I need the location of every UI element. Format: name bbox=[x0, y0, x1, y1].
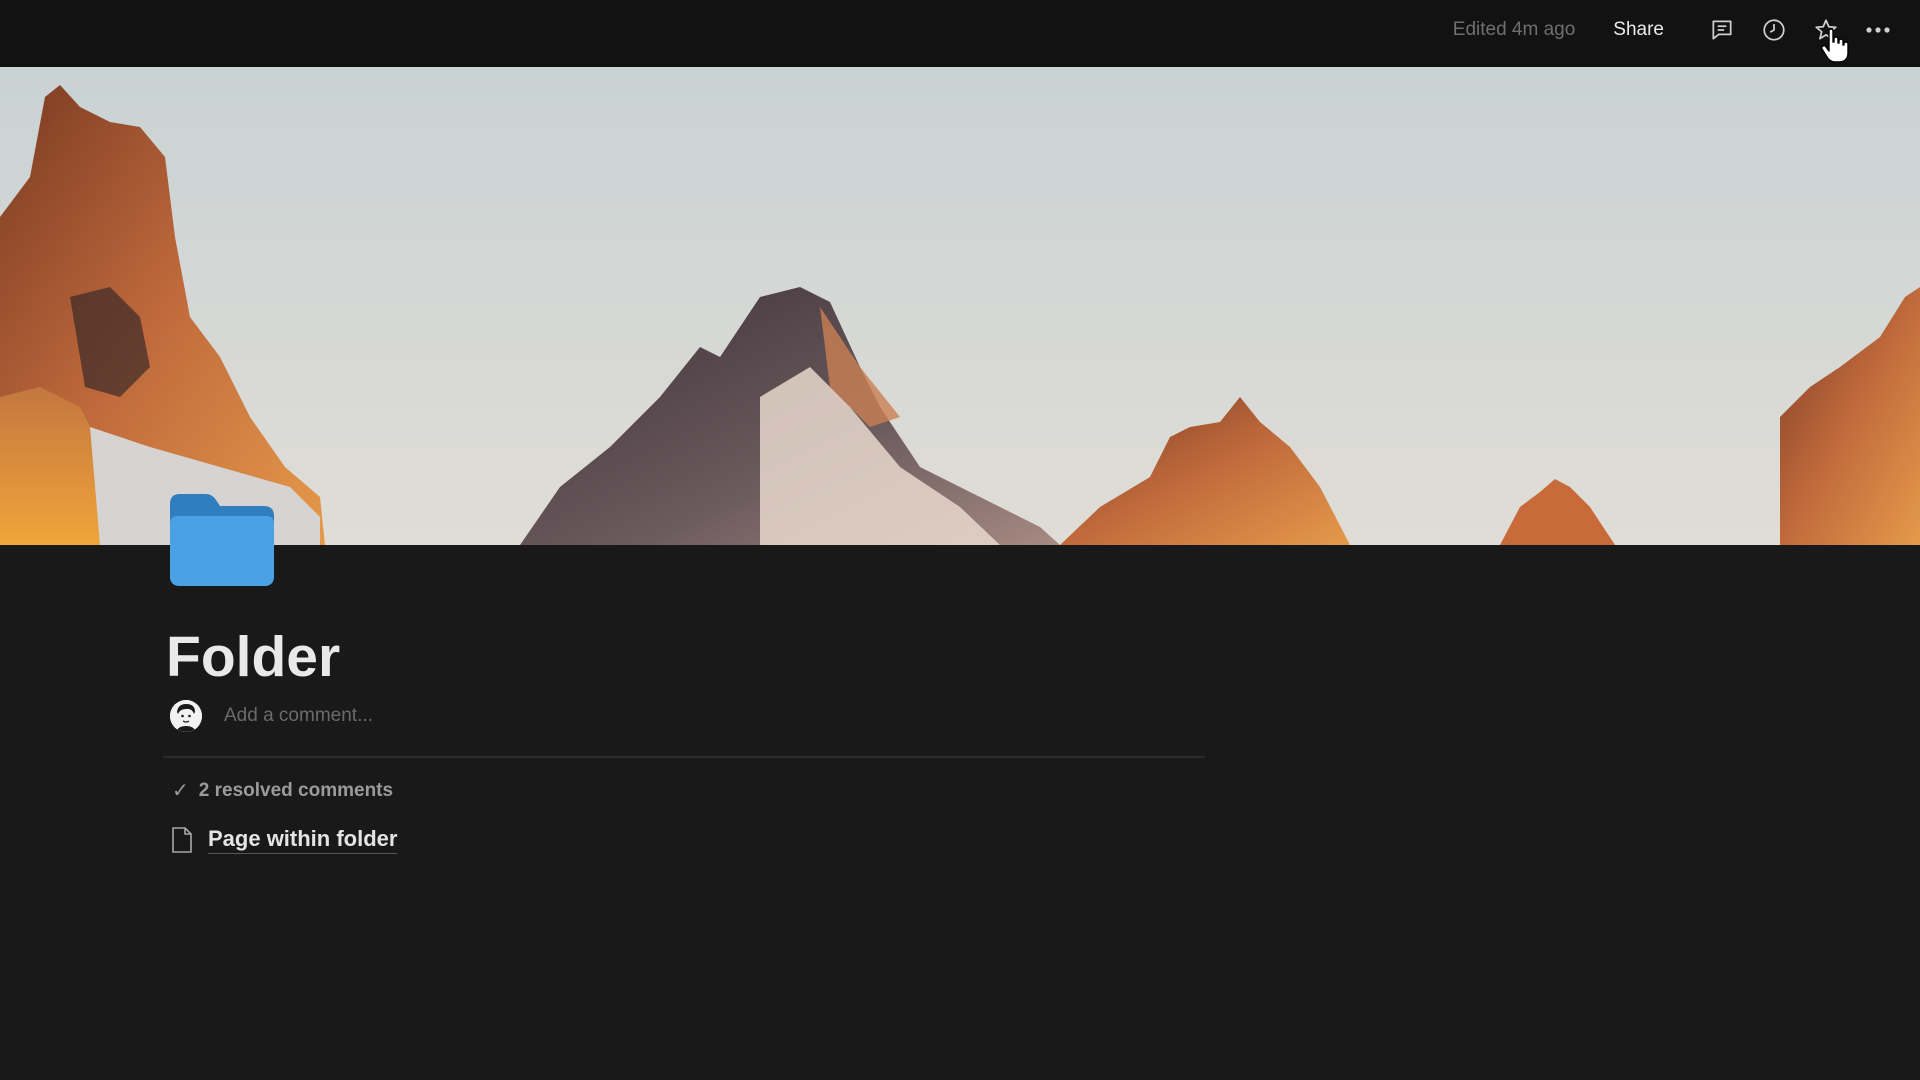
top-bar-actions: Edited 4m ago Share bbox=[1453, 10, 1900, 50]
comments-button[interactable] bbox=[1700, 10, 1744, 50]
add-comment-row bbox=[170, 700, 1126, 732]
folder-icon bbox=[170, 494, 274, 586]
divider bbox=[163, 756, 1205, 758]
history-icon bbox=[1763, 19, 1785, 41]
comment-input[interactable] bbox=[222, 704, 1126, 728]
folder-page-icon[interactable] bbox=[166, 490, 278, 590]
subpage-link[interactable]: Page within folder bbox=[170, 826, 398, 854]
user-avatar-icon bbox=[170, 700, 202, 732]
mountain-cover-illustration bbox=[0, 67, 1920, 545]
resolved-comments-toggle[interactable]: ✓ 2 resolved comments bbox=[172, 778, 393, 803]
more-button[interactable] bbox=[1856, 10, 1900, 50]
resolved-comments-label: 2 resolved comments bbox=[198, 779, 394, 801]
page-icon bbox=[172, 827, 192, 853]
history-button[interactable] bbox=[1752, 10, 1796, 50]
edited-timestamp: Edited 4m ago bbox=[1452, 19, 1576, 40]
comment-icon bbox=[1712, 20, 1732, 40]
page-cover-image[interactable] bbox=[0, 67, 1920, 545]
checkmark-icon: ✓ bbox=[172, 780, 189, 802]
favorite-button[interactable] bbox=[1804, 10, 1848, 50]
star-icon bbox=[1815, 19, 1837, 40]
share-button[interactable]: Share bbox=[1605, 13, 1672, 47]
more-icon bbox=[1866, 27, 1890, 33]
top-bar: Edited 4m ago Share bbox=[0, 0, 1920, 67]
avatar bbox=[170, 700, 202, 732]
page-title[interactable]: Folder bbox=[166, 622, 340, 692]
subpage-label: Page within folder bbox=[208, 826, 398, 854]
